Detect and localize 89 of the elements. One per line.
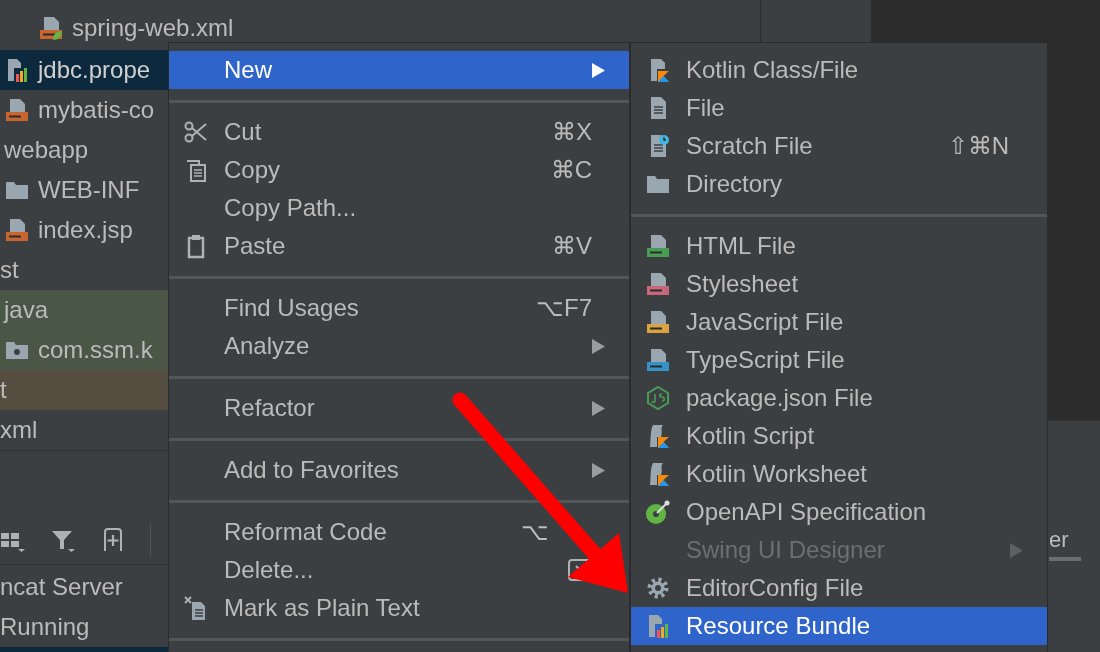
tree-row[interactable]: xml	[0, 410, 168, 450]
menu-item[interactable]: Cut ⌘X	[169, 113, 629, 151]
tree-row[interactable]: st	[0, 250, 168, 290]
menu-label: Copy	[224, 156, 281, 184]
menu-label: Directory	[686, 170, 782, 198]
menu-label: Analyze	[224, 332, 310, 360]
menu-item[interactable]: Kotlin Class/File	[631, 51, 1047, 89]
menu-item[interactable]: package.json File	[631, 379, 1047, 417]
menu-item[interactable]: Paste ⌘V	[169, 227, 629, 265]
menu-label: package.json File	[686, 384, 873, 412]
menu-item[interactable]: Copy ⌘C	[169, 151, 629, 189]
shortcut-label: ⌘V	[552, 232, 592, 260]
file-type-icon	[645, 233, 671, 259]
menu-item[interactable]: New	[169, 51, 629, 89]
shortcut-label: ⌘C	[550, 156, 592, 184]
tree-row[interactable]: WEB-INF	[0, 170, 168, 210]
menu-item[interactable]: Add to Favorites	[169, 451, 629, 489]
menu-label: Cut	[224, 118, 262, 146]
menu-item[interactable]: Kotlin Worksheet	[631, 455, 1047, 493]
tree-row[interactable]: java	[0, 290, 168, 330]
tree-label: index.jsp	[38, 216, 133, 244]
menu-label: Mark as Plain Text	[224, 594, 420, 622]
cut-icon	[183, 119, 209, 145]
tree-label: mybatis-co	[38, 96, 155, 124]
settings-icon	[645, 575, 671, 601]
tree-row[interactable]: spring-web.xml	[0, 14, 238, 42]
menu-label: Refactor	[224, 394, 315, 422]
xml-file-icon	[4, 97, 30, 123]
file-type-icon	[645, 309, 671, 335]
menu-item[interactable]: Kotlin Script	[631, 417, 1047, 455]
menu-label: Delete...	[224, 556, 314, 584]
menu-label: Add to Favorites	[224, 456, 399, 484]
menu-item[interactable]: Scratch File ⇧⌘N	[631, 127, 1047, 165]
menu-item[interactable]: JavaScript File	[631, 303, 1047, 341]
menu-label: Resource Bundle	[686, 612, 871, 640]
menu-label: Copy Path...	[224, 194, 357, 222]
shortcut-label: ⇧⌘N	[947, 132, 1009, 160]
menu-label: JavaScript File	[686, 308, 844, 336]
menu-item[interactable]: Analyze	[169, 327, 629, 365]
menu-item[interactable]: File	[631, 89, 1047, 127]
menu-label: EditorConfig File	[686, 574, 864, 602]
shortcut-label: ⌘X	[552, 118, 592, 146]
menu-label: Find Usages	[224, 294, 359, 322]
menu-item[interactable]: HTML File	[631, 227, 1047, 265]
menu-label: Scratch File	[686, 132, 813, 160]
file-type-icon	[645, 271, 671, 297]
hexagon-icon	[645, 385, 671, 411]
menu-label: Stylesheet	[686, 270, 799, 298]
tree-label: com.ssm.k	[38, 336, 153, 364]
menu-label: File	[686, 94, 725, 122]
menu-label: OpenAPI Specification	[686, 498, 927, 526]
tree-label: java	[4, 296, 49, 324]
menu-item[interactable]: Find Usages ⌥F7	[169, 289, 629, 327]
tree-label: WEB-INF	[38, 176, 140, 204]
tree-row[interactable]: mybatis-co	[0, 90, 168, 130]
menu-label: Paste	[224, 232, 286, 260]
menu-label: HTML File	[686, 232, 796, 260]
menu-item[interactable]: Stylesheet	[631, 265, 1047, 303]
tree-label: st	[0, 256, 19, 284]
menu-item[interactable]: TypeScript File	[631, 341, 1047, 379]
shortcut-label: ⌥	[521, 518, 549, 546]
file-type-icon	[645, 347, 671, 373]
menu-label: New	[224, 56, 272, 84]
tree-row[interactable]: index.jsp	[0, 210, 168, 250]
menu-item[interactable]: Copy Path...	[169, 189, 629, 227]
xml-file-icon	[38, 15, 64, 41]
tree-label: t	[0, 376, 7, 404]
shortcut-label: ⌥F7	[536, 294, 592, 322]
tree-row[interactable]: t	[0, 370, 168, 410]
menu-label: TypeScript File	[686, 346, 845, 374]
tree-label: jdbc.prope	[38, 56, 151, 84]
tree-label: webapp	[4, 136, 89, 164]
menu-label: Kotlin Script	[686, 422, 815, 450]
tree-row[interactable]: jdbc.prope	[0, 50, 168, 90]
file-type-icon	[4, 217, 30, 243]
menu-item[interactable]: Refactor	[169, 389, 629, 427]
tree-row[interactable]: webapp	[0, 130, 168, 170]
menu-item[interactable]: Directory	[631, 165, 1047, 203]
tree-row[interactable]: com.ssm.k	[0, 330, 168, 370]
menu-item[interactable]: Mark as Plain Text	[169, 589, 629, 627]
menu-item[interactable]: EditorConfig File	[631, 569, 1047, 607]
tree-label: spring-web.xml	[72, 14, 234, 42]
menu-label: Kotlin Worksheet	[686, 460, 867, 488]
menu-label: Kotlin Class/File	[686, 56, 859, 84]
tree-label: xml	[0, 416, 38, 444]
menu-item[interactable]: OpenAPI Specification	[631, 493, 1047, 531]
menu-item[interactable]: Resource Bundle	[631, 607, 1047, 645]
menu-item[interactable]: Reformat Code ⌥	[169, 513, 629, 551]
menu-label: Reformat Code	[224, 518, 387, 546]
